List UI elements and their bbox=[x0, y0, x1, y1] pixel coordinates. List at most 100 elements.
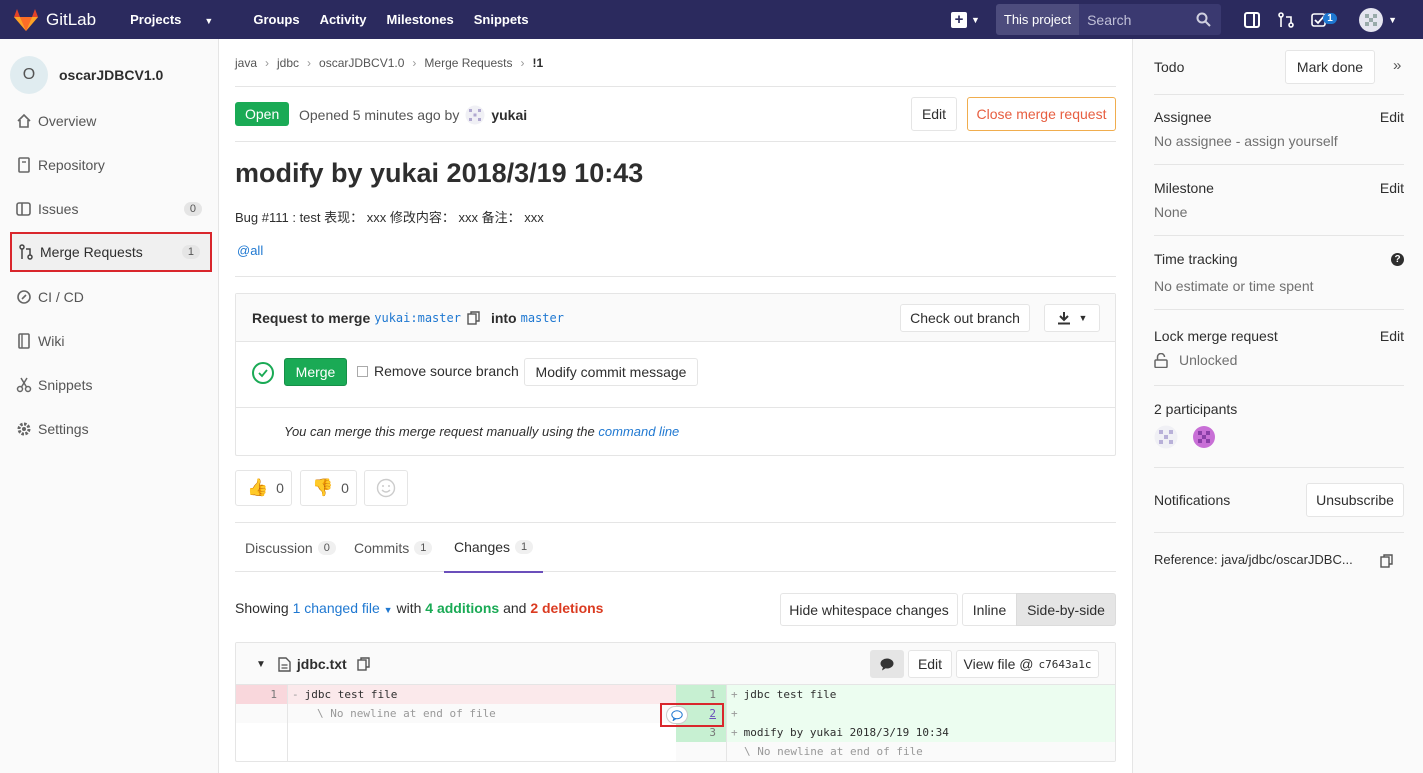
nav-snippets[interactable]: Snippets bbox=[474, 12, 529, 27]
main-nav: Projects ▼ Groups Activity Milestones Sni… bbox=[130, 12, 549, 27]
thumbsdown-award[interactable]: 👎 0 bbox=[300, 470, 357, 506]
tab-count: 0 bbox=[317, 541, 336, 555]
lock-edit-link[interactable]: Edit bbox=[1380, 328, 1404, 344]
source-branch[interactable]: yukai:master bbox=[374, 311, 461, 325]
divider bbox=[1154, 467, 1404, 468]
side-by-side-view-button[interactable]: Side-by-side bbox=[1016, 593, 1116, 626]
request-prefix: Request to merge bbox=[252, 310, 371, 326]
add-reaction-button[interactable] bbox=[364, 470, 408, 506]
copy-icon[interactable] bbox=[467, 311, 481, 325]
diff-line-added: + modify by yukai 2018/3/19 10:34 bbox=[726, 723, 1115, 742]
unsubscribe-button[interactable]: Unsubscribe bbox=[1306, 483, 1404, 517]
new-line-number[interactable]: 1 bbox=[676, 685, 726, 704]
mention-link[interactable]: @all bbox=[237, 243, 263, 258]
sidebar-item-repository[interactable]: Repository bbox=[10, 145, 212, 185]
view-file-button[interactable]: View file @ c7643a1c bbox=[956, 650, 1099, 678]
search-icon bbox=[1196, 12, 1211, 27]
edit-file-button[interactable]: Edit bbox=[908, 650, 952, 678]
participant-avatar[interactable] bbox=[1154, 425, 1178, 449]
chevron-down-icon: ▼ bbox=[204, 16, 214, 26]
mark-done-button[interactable]: Mark done bbox=[1285, 50, 1375, 84]
manual-merge-text: You can merge this merge request manuall… bbox=[284, 424, 679, 439]
todos-nav[interactable]: 1 bbox=[1303, 12, 1345, 28]
search-box[interactable]: This project Search bbox=[995, 4, 1222, 35]
nav-projects[interactable]: Projects ▼ bbox=[130, 12, 233, 27]
sidebar-item-wiki[interactable]: Wiki bbox=[10, 321, 212, 361]
file-title[interactable]: ▼ jdbc.txt bbox=[256, 656, 371, 672]
new-line-number-empty bbox=[676, 742, 726, 761]
new-dropdown[interactable]: + ▼ bbox=[950, 11, 980, 28]
chevron-right-icon: › bbox=[265, 56, 270, 70]
close-mr-button[interactable]: Close merge request bbox=[967, 97, 1116, 131]
sidebar-item-label: Merge Requests bbox=[40, 244, 143, 260]
plus-icon: + bbox=[950, 11, 967, 28]
nav-milestones[interactable]: Milestones bbox=[387, 12, 454, 27]
author-avatar[interactable] bbox=[465, 105, 485, 125]
caret-down-icon[interactable]: ▼ bbox=[256, 659, 266, 670]
gitlab-logo[interactable]: GitLab bbox=[14, 8, 96, 31]
download-dropdown[interactable]: ▼ bbox=[1044, 304, 1100, 332]
tab-discussion[interactable]: Discussion 0 bbox=[245, 523, 336, 573]
toggle-comments-button[interactable] bbox=[870, 650, 904, 678]
tab-label: Discussion bbox=[245, 540, 313, 556]
thumbsup-count: 0 bbox=[276, 480, 284, 496]
changed-file-text: 1 changed file bbox=[292, 600, 380, 616]
copy-icon[interactable] bbox=[356, 657, 371, 671]
tab-count: 1 bbox=[515, 540, 534, 554]
no-newline-note: \ No newline at end of file bbox=[726, 742, 1115, 761]
collapse-sidebar-icon[interactable]: » bbox=[1393, 57, 1401, 74]
merge-requests-nav-icon[interactable] bbox=[1269, 11, 1303, 28]
divider bbox=[1154, 94, 1404, 95]
sidebar-item-merge-requests[interactable]: Merge Requests 1 bbox=[10, 232, 212, 272]
hide-whitespace-button[interactable]: Hide whitespace changes bbox=[780, 593, 958, 626]
user-menu[interactable]: ▼ bbox=[1359, 7, 1397, 32]
project-header[interactable]: O oscarJDBCV1.0 bbox=[0, 39, 218, 99]
breadcrumb-java[interactable]: java bbox=[235, 56, 257, 70]
search-scope-badge[interactable]: This project bbox=[995, 4, 1080, 35]
checkout-branch-button[interactable]: Check out branch bbox=[900, 304, 1030, 332]
add-diff-note-button[interactable] bbox=[666, 706, 688, 724]
merge-request-info: Request to merge yukai:master into maste… bbox=[252, 310, 570, 326]
sidebar-item-settings[interactable]: Settings bbox=[10, 409, 212, 449]
target-branch[interactable]: master bbox=[521, 311, 564, 325]
sidebar-item-issues[interactable]: Issues 0 bbox=[10, 189, 212, 229]
merge-button[interactable]: Merge bbox=[284, 358, 347, 386]
sidebar-item-snippets[interactable]: Snippets bbox=[10, 365, 212, 405]
tab-changes[interactable]: Changes 1 bbox=[444, 523, 544, 573]
mr-tabs: Discussion 0 Commits 1 Changes 1 bbox=[235, 522, 1116, 573]
sidebar-item-ci-cd[interactable]: CI / CD bbox=[10, 277, 212, 317]
thumbsup-award[interactable]: 👍 0 bbox=[235, 470, 292, 506]
remove-source-branch-checkbox[interactable]: Remove source branch bbox=[357, 363, 519, 379]
search-placeholder: Search bbox=[1087, 11, 1132, 28]
command-line-link[interactable]: command line bbox=[598, 424, 679, 439]
breadcrumb-project[interactable]: oscarJDBCV1.0 bbox=[319, 56, 404, 70]
breadcrumb-mr-id[interactable]: !1 bbox=[532, 56, 543, 70]
page-title: modify by yukai 2018/3/19 10:43 bbox=[235, 158, 644, 188]
copy-icon[interactable] bbox=[1380, 554, 1394, 568]
checkbox[interactable] bbox=[357, 365, 368, 377]
search-input[interactable]: Search bbox=[1079, 4, 1222, 35]
modify-commit-message-button[interactable]: Modify commit message bbox=[524, 358, 698, 386]
tab-commits[interactable]: Commits 1 bbox=[354, 523, 433, 573]
reference-text: Reference: java/jdbc/oscarJDBC... bbox=[1154, 552, 1353, 567]
nav-activity[interactable]: Activity bbox=[320, 12, 367, 27]
divider bbox=[726, 685, 727, 761]
participant-avatar[interactable] bbox=[1192, 425, 1216, 449]
inline-view-button[interactable]: Inline bbox=[962, 593, 1017, 626]
milestone-edit-link[interactable]: Edit bbox=[1380, 180, 1404, 196]
nav-groups[interactable]: Groups bbox=[253, 12, 299, 27]
breadcrumb-jdbc[interactable]: jdbc bbox=[277, 56, 299, 70]
assignee-value[interactable]: No assignee - assign yourself bbox=[1154, 133, 1404, 149]
assignee-edit-link[interactable]: Edit bbox=[1380, 109, 1404, 125]
chevron-right-icon: › bbox=[520, 56, 525, 70]
time-tracking-value: No estimate or time spent bbox=[1154, 278, 1314, 294]
author-name[interactable]: yukai bbox=[491, 107, 527, 123]
edit-mr-button[interactable]: Edit bbox=[911, 97, 957, 131]
deletions-count: 2 deletions bbox=[530, 600, 604, 616]
changed-files-dropdown[interactable]: 1 changed file ▼ bbox=[293, 600, 393, 616]
sidebar-item-overview[interactable]: Overview bbox=[10, 101, 212, 141]
old-line-number[interactable]: 1 bbox=[236, 685, 287, 704]
sidebar-toggle-icon[interactable] bbox=[1235, 11, 1269, 28]
help-icon[interactable]: ? bbox=[1391, 253, 1404, 266]
breadcrumb-merge-requests[interactable]: Merge Requests bbox=[424, 56, 512, 70]
